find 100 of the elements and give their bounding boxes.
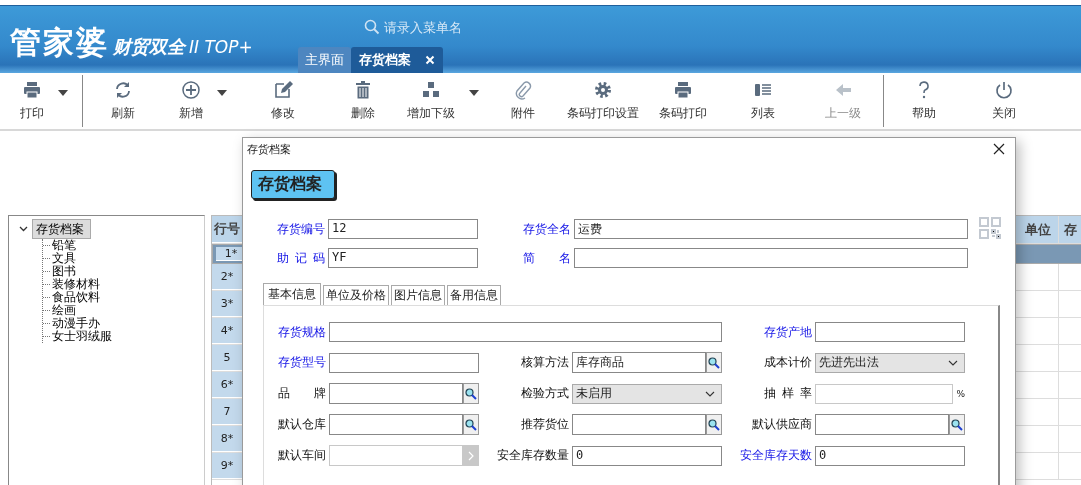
row-number: 5 bbox=[212, 345, 243, 371]
row-number: 2* bbox=[212, 264, 243, 290]
product-name: 财贸双全 bbox=[113, 35, 185, 59]
printer-icon bbox=[22, 80, 42, 100]
tree-item[interactable]: 铅笔 bbox=[50, 239, 78, 252]
field-label: 核算方法 bbox=[521, 354, 569, 371]
field-label: 成本计价 bbox=[764, 354, 812, 371]
lookup-button[interactable] bbox=[706, 352, 722, 373]
caret-icon bbox=[217, 90, 227, 96]
input-field[interactable]: 0 bbox=[815, 445, 965, 466]
row-number: 6* bbox=[212, 372, 243, 398]
page-tab[interactable]: 存货档案 bbox=[351, 47, 443, 73]
input-field[interactable] bbox=[329, 352, 479, 373]
search-icon bbox=[364, 19, 380, 35]
chevron-down-icon[interactable] bbox=[19, 226, 28, 232]
field-label: 安全库存数量 bbox=[497, 447, 569, 464]
tree-item[interactable]: 装修材料 bbox=[50, 278, 102, 291]
field-label: 推荐货位 bbox=[521, 416, 569, 433]
tree-item[interactable]: 文具 bbox=[50, 252, 78, 265]
field-label: 默认供应商 bbox=[752, 416, 812, 433]
input-field[interactable]: 库存商品 bbox=[572, 352, 706, 373]
field-label: 安全库存天数 bbox=[740, 447, 812, 464]
toolbar-button[interactable]: 关闭 bbox=[988, 75, 1020, 127]
form-tab[interactable]: 备用信息 bbox=[447, 285, 501, 305]
toolbar-button[interactable]: 刷新 bbox=[107, 75, 139, 127]
dropdown-field[interactable]: 先进先出法 bbox=[815, 352, 965, 373]
dialog-heading: 存货档案 bbox=[251, 170, 335, 199]
toolbar-button[interactable]: 打印 bbox=[0, 75, 72, 127]
toolbar-button[interactable]: 条码打印 bbox=[655, 75, 711, 127]
page-tab[interactable]: 主界面 bbox=[298, 47, 351, 73]
edition-label: II TOP+ bbox=[189, 37, 253, 57]
caret-icon bbox=[58, 90, 68, 96]
paperclip-icon bbox=[513, 80, 533, 100]
toolbar-button[interactable]: 删除 bbox=[347, 75, 379, 127]
input-field[interactable]: 0 bbox=[572, 445, 722, 466]
row-number: 8* bbox=[212, 426, 243, 452]
field-label: 检验方式 bbox=[521, 385, 569, 402]
input-field[interactable] bbox=[329, 322, 722, 342]
tree-item[interactable]: 存货档案 bbox=[32, 219, 91, 239]
toolbar-button[interactable]: 修改 bbox=[267, 75, 299, 127]
plus-circle-icon bbox=[181, 80, 201, 100]
input-field[interactable] bbox=[329, 383, 463, 404]
input-field[interactable]: 运费 bbox=[574, 219, 968, 239]
column-header: 存 bbox=[1059, 216, 1081, 243]
input-field[interactable] bbox=[815, 322, 965, 342]
input-field[interactable]: 12 bbox=[328, 219, 478, 239]
toolbar-button[interactable]: 附件 bbox=[507, 75, 539, 127]
input-field[interactable] bbox=[815, 414, 949, 435]
tree-item[interactable]: 食品饮料 bbox=[50, 291, 102, 304]
field-label: 品 牌 bbox=[278, 385, 326, 402]
toolbar-button[interactable]: 条码打印设置 bbox=[563, 75, 643, 127]
tree-item[interactable]: 图书 bbox=[50, 265, 78, 278]
logo-text: 管家婆 bbox=[10, 23, 109, 62]
magnifier-icon bbox=[708, 356, 720, 369]
lookup-button[interactable] bbox=[706, 414, 722, 435]
field-label: 存货规格 bbox=[278, 323, 326, 341]
input-field[interactable]: YF bbox=[328, 248, 478, 268]
tree-item[interactable]: 绘画 bbox=[50, 304, 78, 317]
dialog-title: 存货档案 bbox=[247, 141, 291, 157]
magnifier-icon bbox=[708, 418, 720, 431]
toolbar-button[interactable]: 增加下级 bbox=[403, 75, 483, 127]
field-label: 简 名 bbox=[523, 249, 571, 267]
input-field[interactable] bbox=[329, 414, 463, 435]
row-number: 4* bbox=[212, 318, 243, 344]
close-icon[interactable] bbox=[993, 143, 1005, 155]
toolbar-button[interactable]: 新增 bbox=[175, 75, 231, 127]
form-tab[interactable]: 基本信息 bbox=[263, 283, 321, 305]
row-number: 7 bbox=[212, 399, 243, 425]
row-number: 9* bbox=[212, 453, 243, 479]
dropdown-field[interactable]: 未启用 bbox=[572, 383, 722, 404]
input-field[interactable] bbox=[574, 248, 968, 268]
input-field[interactable] bbox=[815, 383, 954, 404]
tree-item[interactable]: 女士羽绒服 bbox=[50, 330, 114, 343]
form-tab[interactable]: 单位及价格 bbox=[323, 285, 389, 305]
caret-icon bbox=[469, 90, 479, 96]
toolbar-button[interactable]: 帮助 bbox=[908, 75, 940, 127]
hierarchy-icon bbox=[421, 80, 441, 100]
lookup-button[interactable] bbox=[949, 414, 965, 435]
search-field[interactable]: 请录入菜单名 bbox=[384, 19, 554, 35]
lookup-button[interactable] bbox=[463, 383, 479, 404]
row-number: 3* bbox=[212, 291, 243, 317]
chevron-down-icon bbox=[705, 390, 715, 397]
field-label: 存货编号 bbox=[277, 220, 325, 238]
magnifier-icon bbox=[465, 418, 477, 431]
toolbar-button[interactable]: 列表 bbox=[747, 75, 779, 127]
field-label: 默认车间 bbox=[278, 447, 326, 464]
unit-label: % bbox=[956, 388, 965, 399]
gear-icon bbox=[593, 80, 613, 100]
form-tab[interactable]: 图片信息 bbox=[391, 285, 445, 305]
input-field[interactable] bbox=[329, 445, 463, 466]
lookup-button[interactable] bbox=[463, 414, 479, 435]
field-label: 存货产地 bbox=[764, 323, 812, 341]
field-label: 助 记 码 bbox=[277, 249, 325, 267]
chevron-right-icon bbox=[468, 450, 474, 461]
trash-icon bbox=[353, 80, 373, 100]
tree-item[interactable]: 动漫手办 bbox=[50, 317, 102, 330]
edit-icon bbox=[273, 80, 293, 100]
field-label: 抽 样 率 bbox=[764, 385, 812, 402]
field-label: 默认仓库 bbox=[278, 416, 326, 433]
input-field[interactable] bbox=[572, 414, 706, 435]
